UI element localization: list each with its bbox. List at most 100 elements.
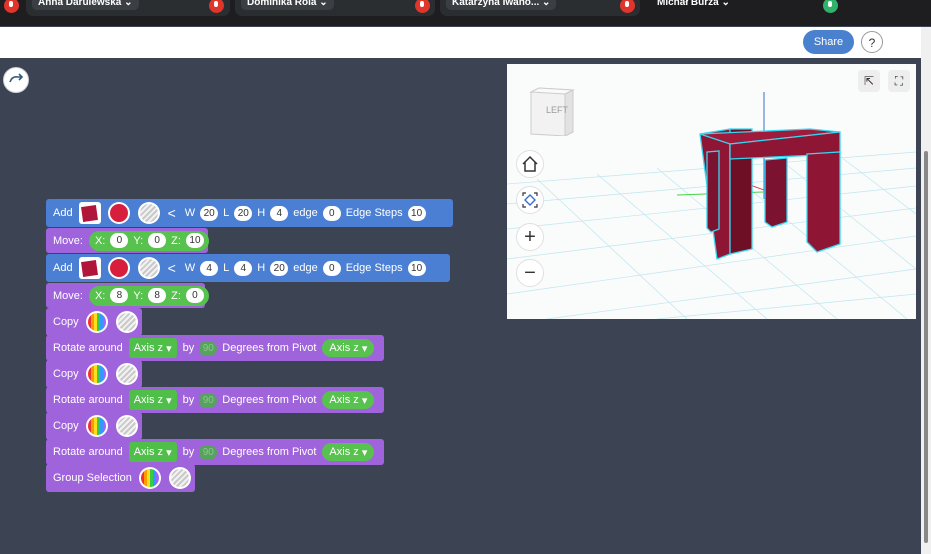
width-input[interactable]: 20 (200, 205, 219, 221)
block-label: Copy (53, 368, 79, 380)
block-label: Copy (53, 316, 79, 328)
mic-muted-icon[interactable] (209, 0, 224, 13)
model-arch (699, 128, 841, 260)
camera-button[interactable]: ⇱ (858, 70, 880, 92)
home-view-button[interactable] (516, 150, 544, 178)
z-input[interactable]: 10 (185, 233, 204, 248)
rotate-block[interactable]: Rotate around Axis z ▾ by 90 Degrees fro… (46, 335, 384, 361)
x-label: X: (94, 234, 106, 247)
undo-button[interactable] (3, 67, 29, 93)
rotate-block[interactable]: Rotate around Axis z ▾ by 90 Degrees fro… (46, 439, 384, 465)
hole-pattern-icon[interactable] (115, 363, 138, 385)
hole-pattern-icon[interactable] (115, 415, 138, 437)
fullscreen-button[interactable]: ⛶ (888, 70, 910, 92)
shape-cube-icon[interactable] (78, 202, 101, 224)
pivot-axis-dropdown[interactable]: Axis z ▾ (322, 339, 375, 357)
height-input[interactable]: 4 (270, 205, 289, 221)
mic-on-icon[interactable] (823, 0, 838, 13)
z-label: Z: (171, 234, 181, 247)
height-input[interactable]: 20 (270, 260, 289, 276)
pivot-label: Degrees from Pivot (222, 342, 317, 354)
camera-icon: ⇱ (863, 74, 875, 88)
chevron-left-icon[interactable]: < (168, 205, 176, 221)
participant-name: Dominika Rola ⌄ (241, 0, 334, 10)
edge-input[interactable]: 0 (322, 205, 341, 221)
block-label: Move: (53, 234, 83, 247)
pivot-axis-dropdown[interactable]: Axis z ▾ (322, 391, 375, 409)
mic-muted-icon[interactable] (415, 0, 430, 13)
y-input[interactable]: 8 (148, 288, 167, 303)
x-input[interactable]: 0 (110, 233, 129, 248)
participant-name: Katarzyna Iwańo... ⌄ (446, 0, 557, 10)
degrees-input[interactable]: 90 (199, 444, 218, 460)
rainbow-color-icon[interactable] (85, 311, 108, 333)
x-input[interactable]: 8 (110, 288, 129, 303)
edge-steps-input[interactable]: 10 (407, 205, 426, 221)
participant-tile[interactable]: Dominika Rola ⌄ (235, 0, 435, 16)
pivot-label: Degrees from Pivot (222, 446, 317, 458)
block-label: Move: (53, 289, 83, 302)
chevron-left-icon[interactable]: < (168, 260, 176, 276)
mic-muted-icon[interactable] (4, 0, 19, 13)
edge-input[interactable]: 0 (322, 260, 341, 276)
copy-block[interactable]: Copy (46, 412, 142, 440)
copy-block[interactable]: Copy (46, 360, 142, 388)
degrees-input[interactable]: 90 (199, 392, 218, 408)
rainbow-color-icon[interactable] (138, 467, 161, 489)
length-input[interactable]: 4 (234, 260, 253, 276)
undo-icon (9, 73, 24, 83)
share-button[interactable]: Share (803, 30, 854, 54)
view-cube-label: LEFT (546, 105, 569, 115)
width-input[interactable]: 4 (200, 260, 219, 276)
by-label: by (182, 394, 195, 406)
block-label: Copy (53, 420, 79, 432)
y-label: Y: (133, 289, 144, 302)
rotate-block[interactable]: Rotate around Axis z ▾ by 90 Degrees fro… (46, 387, 384, 413)
axis-dropdown[interactable]: Axis z ▾ (128, 390, 177, 410)
copy-block[interactable]: Copy (46, 308, 142, 336)
3d-viewport[interactable]: LEFT + − ⇱ ⛶ (507, 64, 916, 319)
rainbow-color-icon[interactable] (85, 415, 108, 437)
participant-name: Michał Burza ⌄ (651, 0, 736, 10)
z-input[interactable]: 0 (185, 288, 204, 303)
height-label: H (257, 207, 266, 219)
block-label: Rotate around (53, 394, 123, 406)
shape-cube-icon[interactable] (78, 257, 101, 279)
participant-tile[interactable]: Katarzyna Iwańo... ⌄ (440, 0, 640, 16)
pivot-axis-dropdown[interactable]: Axis z ▾ (322, 443, 375, 461)
edge-steps-label: Edge Steps (345, 207, 403, 219)
page-scrollbar[interactable] (921, 27, 931, 554)
edge-steps-input[interactable]: 10 (407, 260, 426, 276)
edge-label: edge (293, 207, 318, 219)
fit-view-button[interactable] (516, 186, 544, 214)
axis-dropdown[interactable]: Axis z ▾ (128, 442, 177, 462)
add-block[interactable]: Add < W 20 L 20 H 4 edge 0 Edge Steps 10 (46, 199, 453, 227)
view-cube[interactable]: LEFT (529, 86, 575, 137)
participant-tile[interactable]: Michał Burza ⌄ (645, 0, 845, 16)
hole-pattern-icon[interactable] (115, 311, 138, 333)
group-selection-block[interactable]: Group Selection (46, 464, 195, 492)
help-button[interactable]: ? (861, 31, 883, 53)
hole-pattern-icon[interactable] (168, 467, 191, 489)
hole-pattern-icon[interactable] (137, 202, 160, 224)
move-coordinates: X: 8 Y: 8 Z: 0 (88, 285, 209, 306)
block-label: Add (53, 207, 73, 219)
move-block[interactable]: Move: X: 8 Y: 8 Z: 0 (46, 283, 209, 308)
zoom-in-button[interactable]: + (516, 223, 544, 251)
mic-muted-icon[interactable] (620, 0, 635, 13)
scrollbar-thumb[interactable] (924, 151, 928, 543)
top-header: Share ? (0, 27, 921, 58)
rainbow-color-icon[interactable] (85, 363, 108, 385)
block-label: Group Selection (53, 472, 132, 484)
zoom-out-button[interactable]: − (516, 259, 544, 287)
hole-pattern-icon[interactable] (137, 257, 160, 279)
axis-dropdown[interactable]: Axis z ▾ (128, 338, 177, 358)
degrees-input[interactable]: 90 (199, 340, 218, 356)
add-block[interactable]: Add < W 4 L 4 H 20 edge 0 Edge Steps 10 (46, 254, 450, 282)
participant-tile[interactable]: Anna Darulewska ⌄ (26, 0, 230, 16)
y-input[interactable]: 0 (148, 233, 167, 248)
move-block[interactable]: Move: X: 0 Y: 0 Z: 10 (46, 228, 209, 253)
length-input[interactable]: 20 (234, 205, 253, 221)
color-red-icon[interactable] (107, 257, 130, 279)
color-red-icon[interactable] (107, 202, 130, 224)
